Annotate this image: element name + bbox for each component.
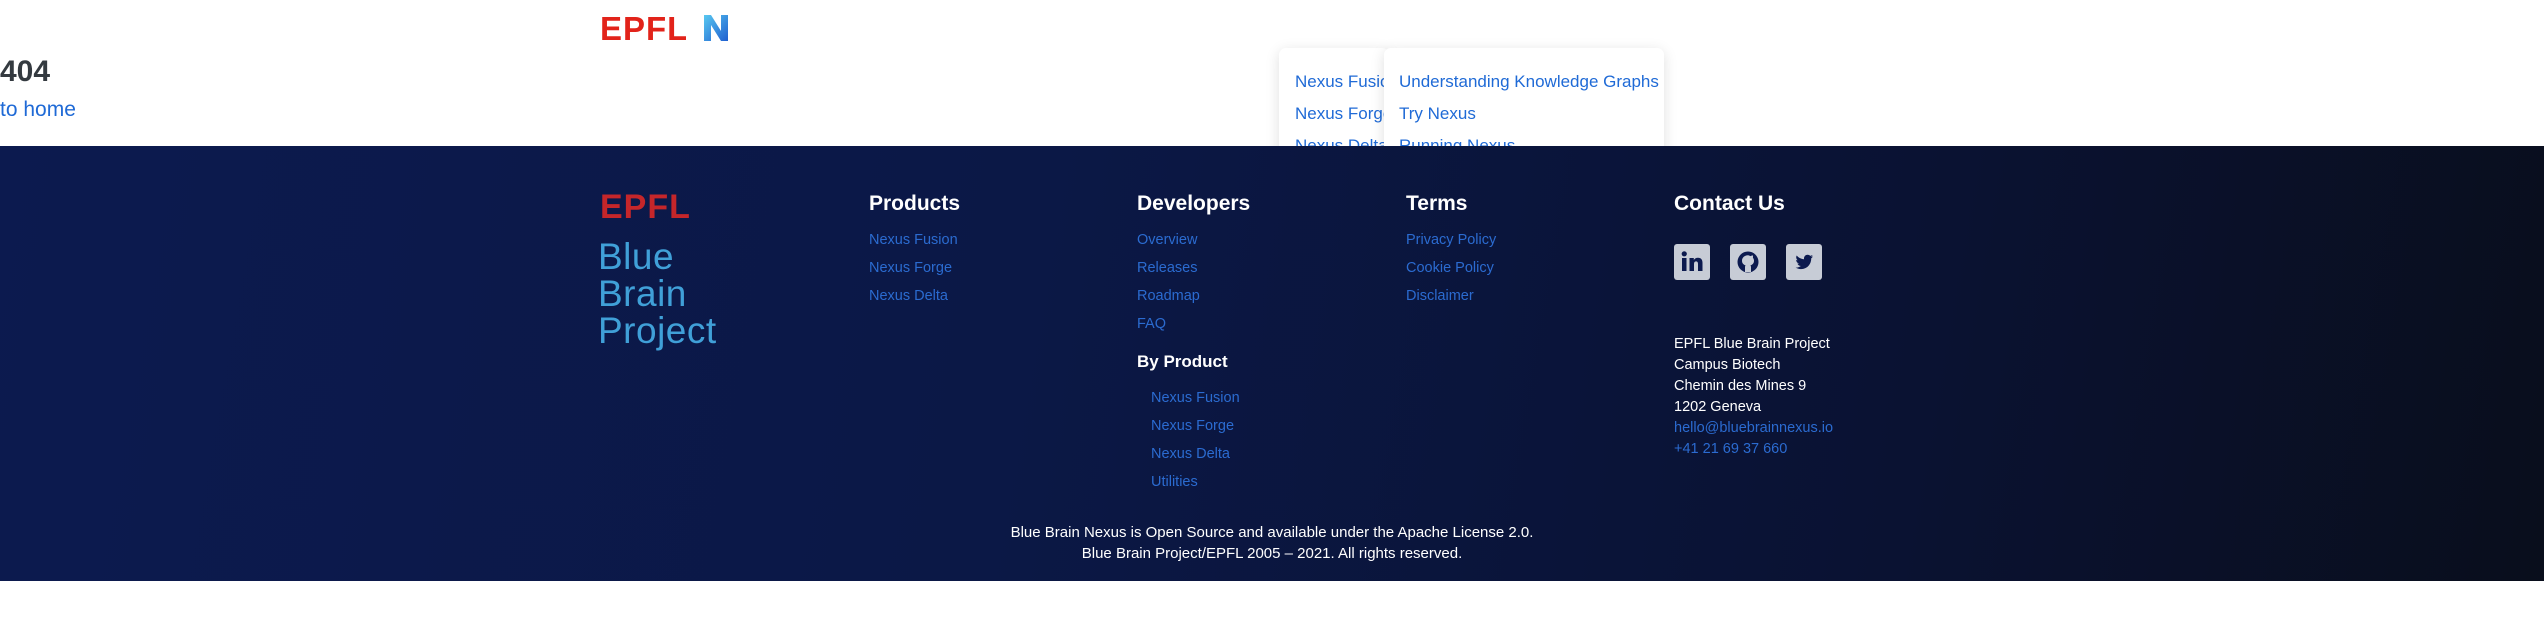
address-line: EPFL Blue Brain Project bbox=[1674, 336, 1830, 352]
footer-link-dev-nexus-delta[interactable]: Nexus Delta bbox=[1151, 446, 1230, 462]
license-text: Blue Brain Nexus is Open Source and avai… bbox=[1010, 524, 1534, 541]
footer-contact-title: Contact Us bbox=[1674, 192, 1785, 215]
contact-email-link[interactable]: hello@bluebrainnexus.io bbox=[1674, 420, 1833, 436]
footer-terms-title: Terms bbox=[1406, 192, 1468, 215]
bbp-logo-line: Brain bbox=[598, 273, 687, 314]
dropdown-item-try-nexus[interactable]: Try Nexus bbox=[1399, 104, 1476, 124]
contact-phone-link[interactable]: +41 21 69 37 660 bbox=[1674, 441, 1787, 457]
svg-text:EPFL: EPFL bbox=[600, 12, 686, 46]
footer-bbp-logo: Blue Brain Project bbox=[598, 238, 717, 349]
address-line: Chemin des Mines 9 bbox=[1674, 378, 1807, 394]
footer-epfl-logo: EPFL bbox=[600, 191, 691, 221]
footer-link-dev-nexus-fusion[interactable]: Nexus Fusion bbox=[1151, 390, 1240, 406]
footer-link-disclaimer[interactable]: Disclaimer bbox=[1406, 288, 1474, 304]
footer-by-product-title: By Product bbox=[1137, 352, 1228, 371]
footer-link-roadmap[interactable]: Roadmap bbox=[1137, 288, 1200, 304]
footer-link-nexus-fusion[interactable]: Nexus Fusion bbox=[869, 232, 958, 248]
github-icon[interactable] bbox=[1730, 244, 1766, 280]
footer-link-faq[interactable]: FAQ bbox=[1137, 316, 1166, 332]
footer-link-dev-nexus-forge[interactable]: Nexus Forge bbox=[1151, 418, 1234, 434]
dropdown-item-knowledge-graphs[interactable]: Understanding Knowledge Graphs bbox=[1399, 72, 1659, 92]
footer-link-releases[interactable]: Releases bbox=[1137, 260, 1197, 276]
svg-text:EPFL: EPFL bbox=[600, 191, 691, 221]
bbp-logo-line: Project bbox=[598, 310, 717, 351]
footer-developers-title: Developers bbox=[1137, 192, 1251, 215]
error-code: 404 bbox=[0, 55, 51, 88]
footer-link-cookie-policy[interactable]: Cookie Policy bbox=[1406, 260, 1494, 276]
epfl-logo[interactable]: EPFL bbox=[600, 12, 686, 46]
nexus-logo[interactable] bbox=[702, 11, 730, 45]
bbp-logo-line: Blue bbox=[598, 236, 675, 277]
dropdown-item-nexus-fusion[interactable]: Nexus Fusion bbox=[1295, 72, 1389, 92]
copyright-text: Blue Brain Project/EPFL 2005 – 2021. All… bbox=[1081, 545, 1463, 562]
footer-link-nexus-delta[interactable]: Nexus Delta bbox=[869, 288, 948, 304]
footer-products-title: Products bbox=[869, 192, 961, 215]
address-line: Campus Biotech bbox=[1674, 357, 1781, 373]
twitter-icon[interactable] bbox=[1786, 244, 1822, 280]
site-footer: EPFL Blue Brain Project Products Nexus F… bbox=[0, 146, 2544, 581]
footer-link-overview[interactable]: Overview bbox=[1137, 232, 1197, 248]
footer-link-nexus-forge[interactable]: Nexus Forge bbox=[869, 260, 952, 276]
footer-link-dev-utilities[interactable]: Utilities bbox=[1151, 474, 1198, 490]
footer-link-privacy-policy[interactable]: Privacy Policy bbox=[1406, 232, 1496, 248]
linkedin-icon[interactable] bbox=[1674, 244, 1710, 280]
dropdown-item-nexus-forge[interactable]: Nexus Forge bbox=[1295, 104, 1389, 124]
home-link[interactable]: to home bbox=[0, 98, 76, 122]
address-line: 1202 Geneva bbox=[1674, 399, 1762, 415]
